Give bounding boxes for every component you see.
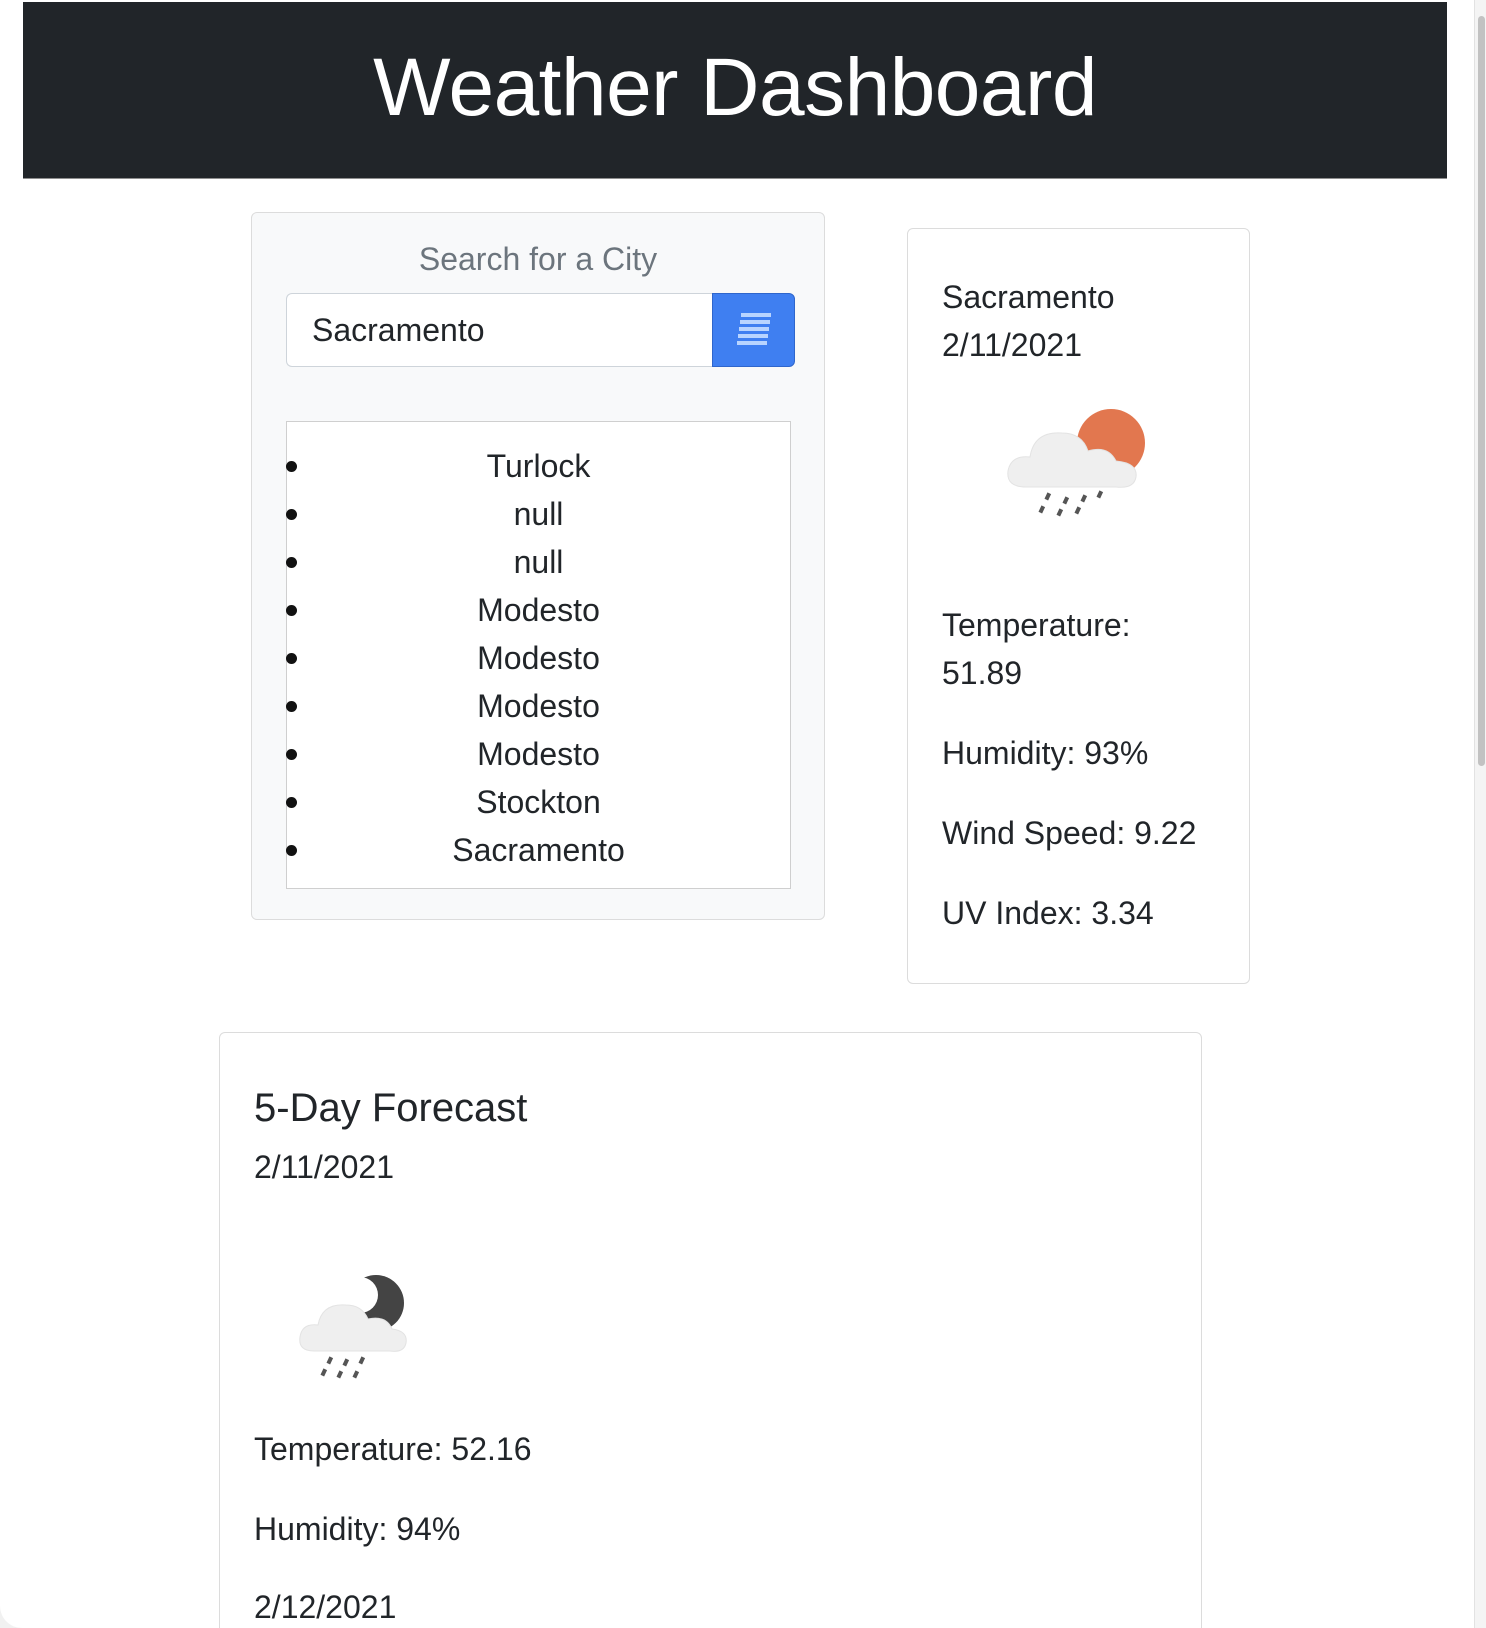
forecast-day-date: 2/12/2021: [254, 1589, 397, 1625]
history-item-label: Sacramento: [452, 832, 625, 868]
history-item[interactable]: Sacramento: [286, 826, 790, 874]
history-item[interactable]: Modesto: [286, 586, 790, 634]
history-item[interactable]: null: [286, 538, 790, 586]
page-title: Weather Dashboard: [373, 42, 1097, 133]
city-search-input[interactable]: [286, 293, 713, 367]
app-header: Weather Dashboard: [23, 2, 1447, 179]
bullet-icon: [286, 701, 297, 712]
history-item[interactable]: Modesto: [286, 682, 790, 730]
search-group: [286, 293, 795, 367]
search-button[interactable]: [712, 293, 795, 367]
history-item-label: Modesto: [477, 736, 600, 772]
bullet-icon: [286, 797, 297, 808]
history-item-label: Turlock: [486, 448, 591, 484]
current-humidity: Humidity: 93%: [942, 735, 1149, 771]
forecast-day-humidity: Humidity: 94%: [254, 1511, 461, 1547]
history-item-label: null: [513, 496, 564, 532]
search-history-box: Turlock null null Modesto Modesto Modest…: [286, 421, 791, 889]
bullet-icon: [286, 605, 297, 616]
history-item-label: Modesto: [477, 592, 600, 628]
history-item[interactable]: Modesto: [286, 730, 790, 778]
bullet-icon: [286, 557, 297, 568]
history-item-label: null: [513, 544, 564, 580]
bullet-icon: [286, 749, 297, 760]
rain-sun-icon: [1007, 409, 1145, 517]
current-city: Sacramento: [942, 279, 1115, 315]
search-panel: Search for a City Turlock null null Mode…: [251, 212, 825, 920]
history-item[interactable]: null: [286, 490, 790, 538]
forecast-day-temperature: Temperature: 52.16: [254, 1431, 532, 1467]
history-item[interactable]: Turlock: [286, 442, 790, 490]
search-title: Search for a City: [418, 241, 658, 277]
forecast-title: 5-Day Forecast: [254, 1086, 528, 1130]
current-temperature-label: Temperature:: [942, 607, 1131, 643]
bullet-icon: [286, 509, 297, 520]
scrollbar-thumb[interactable]: [1478, 16, 1485, 766]
list-icon: [736, 313, 771, 345]
current-temperature-value: 51.89: [942, 655, 1023, 691]
history-item-label: Modesto: [477, 640, 600, 676]
bullet-icon: [286, 461, 297, 472]
current-wind-speed: Wind Speed: 9.22: [942, 815, 1197, 851]
history-item-label: Stockton: [476, 784, 601, 820]
forecast-day-date: 2/11/2021: [254, 1149, 394, 1185]
history-item[interactable]: Stockton: [286, 778, 790, 826]
history-item[interactable]: Modesto: [286, 634, 790, 682]
search-history-list: Turlock null null Modesto Modesto Modest…: [286, 422, 790, 874]
current-weather-card: Sacramento 2/11/2021 Temperature: 51.89 …: [907, 228, 1250, 984]
forecast-card: 5-Day Forecast 2/11/2021 Temperature: 52…: [219, 1032, 1202, 1628]
current-uv-index: UV Index: 3.34: [942, 895, 1154, 931]
current-date: 2/11/2021: [942, 327, 1082, 363]
history-item-label: Modesto: [477, 688, 600, 724]
rain-moon-icon: [299, 1275, 407, 1379]
page-viewport: Weather Dashboard Search for a City Turl…: [0, 0, 1474, 1628]
bullet-icon: [286, 653, 297, 664]
bullet-icon: [286, 845, 297, 856]
